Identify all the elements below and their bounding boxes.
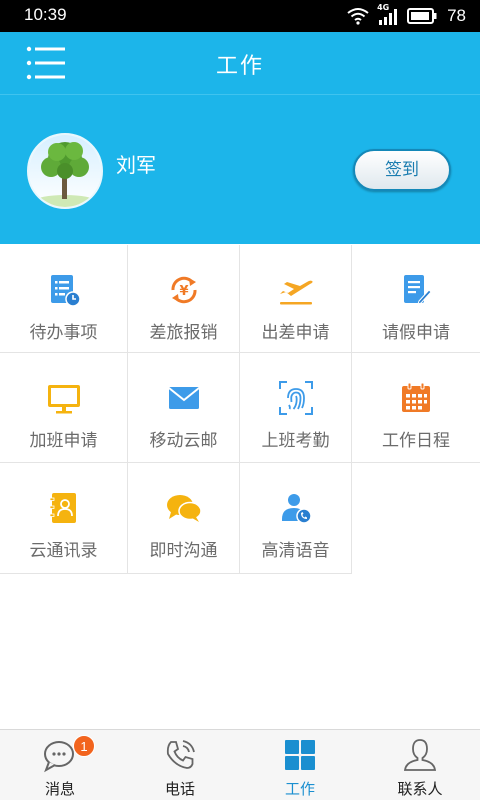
tile-label: 工作日程 xyxy=(382,431,450,451)
tile-business-trip[interactable]: 出差申请 xyxy=(240,245,352,353)
chat-bubbles-icon xyxy=(128,491,239,525)
nav-label: 工作 xyxy=(284,780,315,798)
tree-avatar-icon xyxy=(29,135,101,207)
nav-item-work[interactable]: 工作 xyxy=(240,730,360,800)
tile-label: 待办事项 xyxy=(29,323,98,343)
status-icons: 4G 78 xyxy=(347,3,466,26)
tile-attendance[interactable]: 上班考勤 xyxy=(240,353,352,463)
unread-badge: 1 xyxy=(73,735,95,757)
tile-label: 出差申请 xyxy=(261,323,330,343)
nav-label: 电话 xyxy=(164,780,195,798)
tile-hd-voice[interactable]: 高清语音 xyxy=(240,463,352,574)
status-bar: 10:39 4G 78 xyxy=(0,0,480,32)
tile-label: 即时沟通 xyxy=(149,541,218,561)
tile-instant-chat[interactable]: 即时沟通 xyxy=(128,463,240,574)
nav-label: 消息 xyxy=(44,780,75,798)
svg-text:¥: ¥ xyxy=(179,284,188,299)
cell-signal-icon: 4G xyxy=(377,3,399,26)
page-title: 工作 xyxy=(215,54,264,79)
message-icon xyxy=(0,737,120,773)
tile-leave[interactable]: 请假申请 xyxy=(352,245,480,353)
avatar[interactable] xyxy=(27,133,103,209)
tile-label: 加班申请 xyxy=(29,431,98,451)
profile-panel: 刘军 签到 xyxy=(0,94,480,244)
tile-travel-expense[interactable]: ¥ 差旅报销 xyxy=(128,245,240,353)
checkin-button[interactable]: 签到 xyxy=(353,149,451,191)
wifi-icon xyxy=(347,8,369,25)
user-name: 刘军 xyxy=(116,153,156,177)
mail-icon xyxy=(128,381,239,415)
tile-overtime[interactable]: 加班申请 xyxy=(0,353,128,463)
nav-label: 联系人 xyxy=(397,780,443,798)
tile-label: 云通讯录 xyxy=(29,541,98,561)
tile-mobile-mail[interactable]: 移动云邮 xyxy=(128,353,240,463)
status-time: 10:39 xyxy=(24,5,67,24)
nav-item-phone[interactable]: 电话 xyxy=(120,730,240,800)
nav-item-messages[interactable]: 1 消息 xyxy=(0,730,120,800)
grid-icon xyxy=(240,737,360,773)
calendar-icon xyxy=(352,381,480,415)
work-screen: 10:39 4G 78 工作 刘军 签到 待办事项 ¥ 差旅报销 出差申请 请假… xyxy=(0,0,480,800)
phone-icon xyxy=(120,737,240,773)
todo-list-icon xyxy=(0,273,127,307)
airplane-icon xyxy=(240,273,351,307)
tile-label: 高清语音 xyxy=(261,541,330,561)
yuan-refresh-icon: ¥ xyxy=(128,273,239,307)
tile-label: 差旅报销 xyxy=(149,323,218,343)
fingerprint-icon xyxy=(240,381,351,415)
nav-item-contacts[interactable]: 联系人 xyxy=(360,730,480,800)
tile-schedule[interactable]: 工作日程 xyxy=(352,353,480,463)
monitor-icon xyxy=(0,381,127,415)
address-book-icon xyxy=(0,491,127,525)
battery-icon xyxy=(407,8,437,24)
tile-contacts-book[interactable]: 云通讯录 xyxy=(0,463,128,574)
app-header: 工作 xyxy=(0,32,480,94)
voice-call-icon xyxy=(240,491,351,525)
bottom-nav: 1 消息 电话 工作 联系人 xyxy=(0,729,480,800)
tile-label: 请假申请 xyxy=(382,323,450,343)
tile-label: 上班考勤 xyxy=(261,431,330,451)
tile-todo[interactable]: 待办事项 xyxy=(0,245,128,353)
contact-icon xyxy=(360,737,480,773)
leave-form-icon xyxy=(352,273,480,307)
battery-level: 78 xyxy=(447,6,466,25)
tile-label: 移动云邮 xyxy=(149,431,218,451)
